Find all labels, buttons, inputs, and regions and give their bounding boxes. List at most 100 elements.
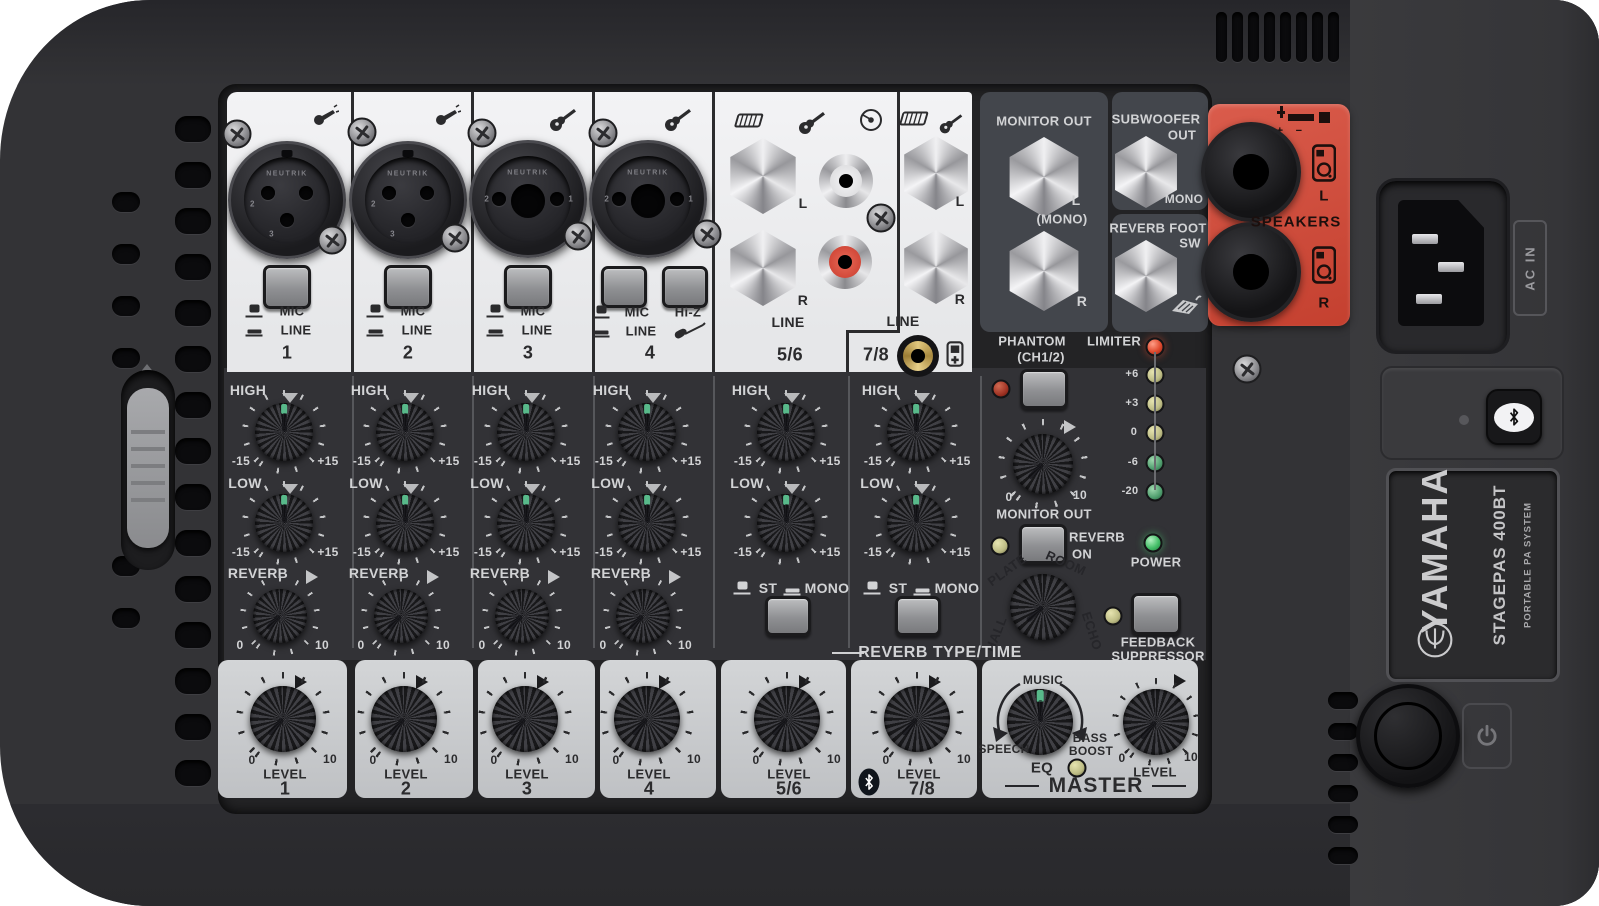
ch78-level-knob[interactable]: [870, 672, 964, 766]
power-led: [1144, 534, 1163, 553]
ch56-st-mono-switch[interactable]: [765, 596, 811, 636]
ch4-reverb-knob[interactable]: [603, 576, 683, 656]
ch2-number: 2: [403, 343, 413, 364]
divider: [352, 376, 354, 648]
ch1-mic-line-switch[interactable]: [263, 265, 311, 309]
ch56-level-knob[interactable]: [740, 672, 834, 766]
vent-slot: [175, 484, 211, 510]
ch78-st-mono-switch[interactable]: [895, 596, 941, 636]
model-label: STAGEPAS 400BT: [1490, 485, 1510, 646]
meter-plus3: +3: [1125, 397, 1138, 409]
eq-min: -15: [864, 545, 882, 559]
ch2-mic-line-switch[interactable]: [384, 265, 432, 309]
l-mono-label: (MONO): [1037, 212, 1088, 227]
pin-label: 2: [371, 200, 375, 209]
r-label: R: [955, 291, 965, 307]
ch1-high-knob[interactable]: [242, 390, 326, 474]
screw: [589, 119, 618, 148]
bluetooth-button[interactable]: [1486, 389, 1542, 445]
ch1-level-knob[interactable]: [236, 672, 330, 766]
reverb-on-led: [991, 537, 1010, 556]
divider: [472, 376, 474, 648]
ch4-level-knob[interactable]: [600, 672, 694, 766]
mic-label: MIC: [401, 304, 426, 319]
line-label: LINE: [281, 323, 312, 338]
pin-label: 3: [390, 229, 394, 238]
ch2-high-knob[interactable]: [363, 390, 447, 474]
vent-slot: [175, 668, 211, 694]
boost-label: BOOST: [1069, 744, 1113, 758]
ch3-mic-line-switch[interactable]: [504, 265, 552, 309]
ch56-rca-r-jack: [818, 235, 872, 289]
power-button[interactable]: [1356, 684, 1460, 788]
ch1-low-knob[interactable]: [242, 481, 326, 565]
l-label: L: [799, 195, 808, 211]
branding-plate: [1386, 468, 1560, 682]
connector-brand: NEUTRIK: [627, 170, 669, 177]
vent-slot: [175, 438, 211, 464]
vent-slot: [175, 530, 211, 556]
ch1-number: 1: [282, 343, 292, 364]
vent-slot: [175, 208, 211, 234]
ch1-reverb-knob[interactable]: [240, 576, 320, 656]
bluetooth-led: [1459, 415, 1469, 425]
latch-slider[interactable]: [127, 388, 169, 548]
vent-slot: [175, 760, 211, 786]
lvl-min: 0: [883, 753, 890, 767]
pin-label: 1: [688, 195, 692, 204]
switch-down-icon: [367, 324, 384, 337]
bluetooth-icon: [1494, 403, 1534, 432]
ch56-low-knob[interactable]: [744, 481, 828, 565]
ch1-level-number: 1: [280, 779, 290, 800]
pin-label: 2: [604, 195, 608, 204]
acoustic-guitar-icon: [663, 106, 693, 132]
divider: [593, 376, 595, 648]
eq-max: +15: [949, 545, 970, 559]
xlr-pin-hole: [401, 213, 415, 227]
ch56-high-knob[interactable]: [744, 390, 828, 474]
screw: [1233, 355, 1262, 384]
divider: [980, 376, 982, 648]
combo-center-hole: [631, 184, 665, 218]
ch2-level-knob[interactable]: [357, 672, 451, 766]
vent-slot: [1328, 816, 1358, 833]
lvl-min: 0: [613, 753, 620, 767]
mono-label: MONO: [1165, 192, 1204, 206]
switch-up-icon: [246, 305, 263, 318]
screw: [223, 120, 252, 149]
eq-min: -15: [474, 545, 492, 559]
ch4-hiz-switch[interactable]: [662, 266, 708, 308]
mic-icon: [433, 104, 461, 128]
reverb-type-time-knob[interactable]: [1010, 574, 1076, 640]
ch3-reverb-knob[interactable]: [482, 576, 562, 656]
eq-min: -15: [734, 545, 752, 559]
phantom-switch[interactable]: [1020, 369, 1068, 409]
ch78-low-knob[interactable]: [874, 481, 958, 565]
ch3-high-knob[interactable]: [484, 390, 568, 474]
ch3-low-knob[interactable]: [484, 481, 568, 565]
switch-down-icon: [784, 583, 801, 596]
vent-slot: [1296, 12, 1307, 62]
ch2-reverb-knob[interactable]: [361, 576, 441, 656]
speaker-plug-icon: [1319, 112, 1330, 123]
mic-label: MIC: [625, 305, 650, 320]
xlr-pin-hole: [612, 192, 626, 206]
electric-guitar-icon: [673, 322, 707, 340]
ch78-high-knob[interactable]: [874, 390, 958, 474]
vent-slot: [112, 244, 140, 264]
ch3-level-knob[interactable]: [478, 672, 572, 766]
keyboard-icon: [731, 113, 765, 129]
latch-ridges: [131, 430, 165, 510]
speech-label: SPEECH: [978, 742, 1029, 756]
ch56-level-number: 5/6: [776, 779, 802, 800]
feedback-suppressor-switch[interactable]: [1131, 593, 1181, 635]
lvl-max: 10: [957, 752, 971, 766]
pin-label: 2: [484, 195, 488, 204]
ch2-low-knob[interactable]: [363, 481, 447, 565]
ch4-low-knob[interactable]: [605, 481, 689, 565]
keyboard-icon: [896, 111, 930, 127]
eq-max: +15: [559, 545, 580, 559]
feedback-led: [1104, 607, 1123, 626]
ch4-high-knob[interactable]: [605, 390, 689, 474]
ch4-mic-line-switch[interactable]: [601, 266, 647, 308]
